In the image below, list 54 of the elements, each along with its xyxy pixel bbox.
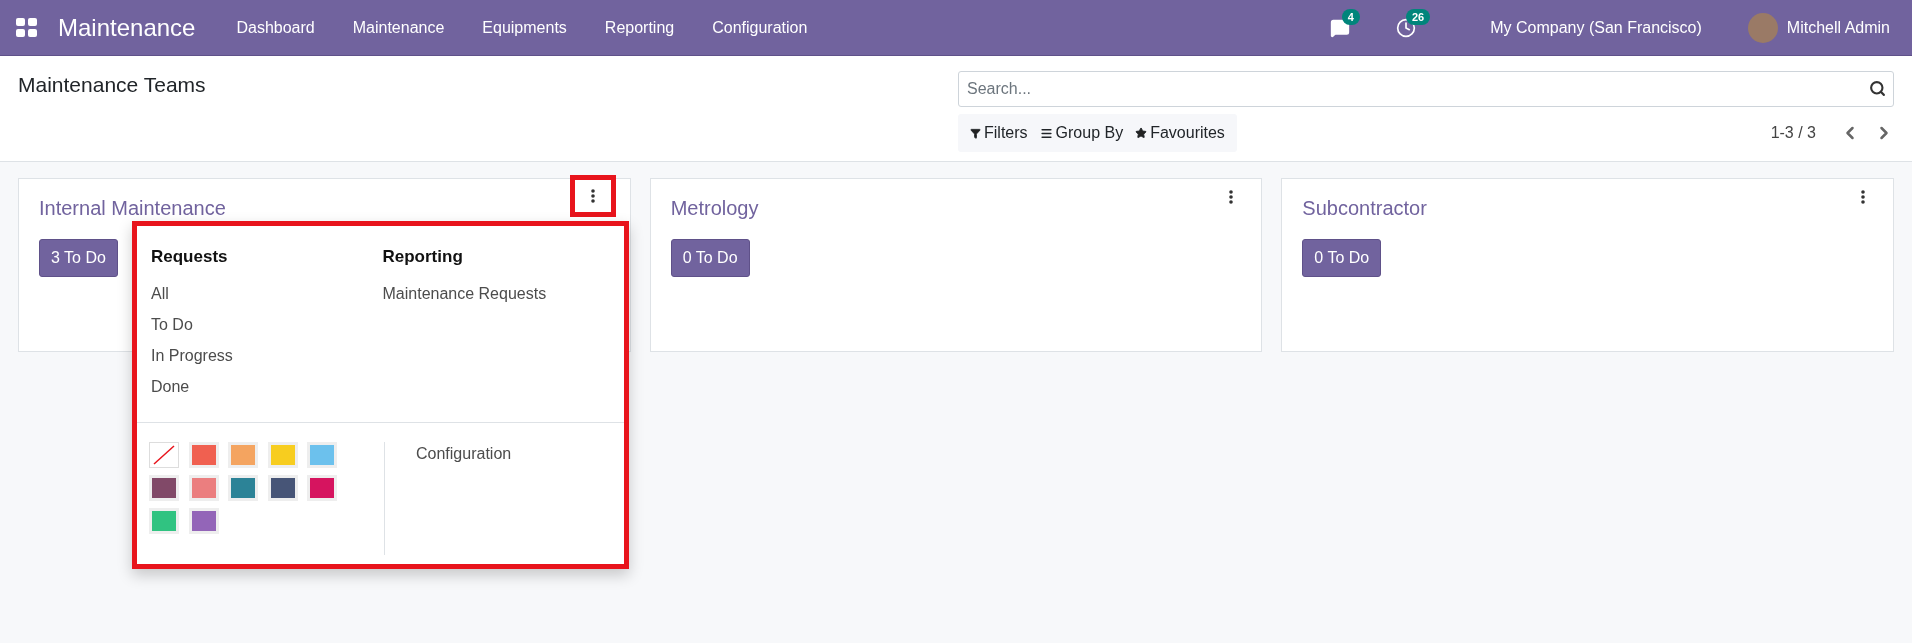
todo-button[interactable]: 0 To Do xyxy=(670,239,750,277)
activities-badge: 26 xyxy=(1405,9,1431,25)
menu-item[interactable]: In Progress xyxy=(151,345,379,377)
pager-value: 1-3 / 3 xyxy=(1770,123,1816,143)
todo-button[interactable]: 0 To Do xyxy=(1302,239,1382,277)
color-swatch[interactable] xyxy=(307,441,338,468)
todo-button[interactable]: 3 To Do xyxy=(39,239,118,277)
messages-badge: 4 xyxy=(1341,9,1360,25)
search-option-button[interactable]: Favourites xyxy=(1129,121,1231,145)
more-icon xyxy=(1229,190,1234,204)
messages-button[interactable]: 4 xyxy=(1329,9,1360,38)
activities-button[interactable]: 26 xyxy=(1395,9,1431,38)
section-heading: Reporting xyxy=(382,246,464,268)
company-switcher[interactable]: My Company (San Francisco) xyxy=(1490,15,1702,40)
card-menu-toggle[interactable] xyxy=(569,175,616,217)
search-field[interactable]: Search... xyxy=(958,71,1894,107)
star-icon xyxy=(1135,127,1148,139)
color-swatch[interactable] xyxy=(188,441,219,468)
section-heading: Requests xyxy=(151,246,229,268)
color-swatch[interactable] xyxy=(149,474,179,501)
search-option-button[interactable]: Group By xyxy=(1033,121,1130,145)
color-swatch[interactable] xyxy=(228,441,259,468)
search-icon[interactable] xyxy=(1869,80,1886,97)
color-swatch[interactable] xyxy=(228,474,259,501)
color-swatch[interactable] xyxy=(267,474,298,501)
chat-icon xyxy=(1329,18,1350,38)
color-swatch[interactable] xyxy=(188,507,219,534)
no-color-swatch[interactable] xyxy=(149,441,179,468)
filter-icon xyxy=(970,127,981,139)
menu-item[interactable]: To Do xyxy=(151,314,379,346)
page-title: Maintenance Teams xyxy=(18,72,207,98)
more-icon xyxy=(590,189,595,203)
nav-menu-item[interactable]: Equipments xyxy=(463,15,586,40)
menu-item[interactable]: Done xyxy=(151,376,379,408)
nav-menu-item[interactable]: Dashboard xyxy=(217,15,334,40)
apps-menu-icon[interactable] xyxy=(16,17,38,38)
list-icon xyxy=(1039,126,1053,140)
color-swatch[interactable] xyxy=(307,474,338,501)
team-name[interactable]: Subcontractor xyxy=(1302,193,1873,223)
team-name[interactable]: Metrology xyxy=(670,193,1242,223)
color-swatch[interactable] xyxy=(149,507,179,534)
configuration-link[interactable]: Configuration xyxy=(416,444,512,462)
color-swatch[interactable] xyxy=(267,441,298,468)
nav-menu-item[interactable]: Reporting xyxy=(585,15,694,40)
team-name[interactable]: Internal Maintenance xyxy=(39,193,610,223)
search-option-button[interactable]: Filters xyxy=(964,121,1034,145)
nav-menu-item[interactable]: Configuration xyxy=(693,15,827,40)
app-title[interactable]: Maintenance xyxy=(58,9,196,46)
menu-item[interactable]: All xyxy=(151,283,379,315)
color-swatch[interactable] xyxy=(188,474,219,501)
user-name[interactable]: Mitchell Admin xyxy=(1786,15,1890,40)
menu-item[interactable]: Maintenance Requests xyxy=(382,283,610,315)
more-icon xyxy=(1861,190,1865,204)
nav-menu-item[interactable]: Maintenance xyxy=(333,15,464,40)
